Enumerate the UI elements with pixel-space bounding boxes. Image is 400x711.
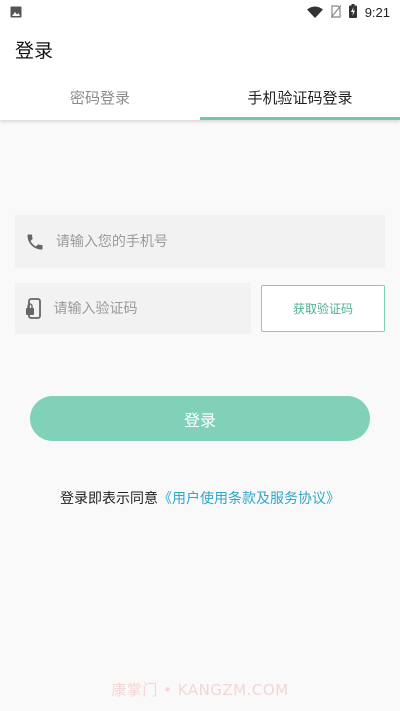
login-tabs: 密码登录 手机验证码登录 [0,74,400,120]
watermark: 康掌门 • KANGZM.COM [111,681,289,699]
agreement-text: 登录即表示同意《用户使用条款及服务协议》 [0,488,400,508]
page-title: 登录 [15,39,54,62]
image-icon [10,3,22,22]
agreement-prefix: 登录即表示同意 [60,491,158,507]
code-input[interactable] [53,300,251,317]
terms-link[interactable]: 《用户使用条款及服务协议》 [158,491,340,507]
login-button[interactable]: 登录 [30,396,370,441]
status-time: 9:21 [364,4,390,20]
mobile-lock-icon [15,297,54,320]
code-field[interactable] [15,283,251,334]
battery-charging-icon [348,3,357,22]
login-page: 9:21 登录 密码登录 手机验证码登录 获取验证码 登录 [0,0,400,711]
phone-field[interactable] [15,215,385,268]
get-code-button[interactable]: 获取验证码 [261,285,385,332]
tab-password-login[interactable]: 密码登录 [0,74,200,120]
phone-input[interactable] [55,233,385,250]
no-sim-icon [330,3,342,22]
tab-sms-login[interactable]: 手机验证码登录 [200,74,400,120]
wifi-icon [306,3,323,22]
phone-icon [15,232,56,252]
app-bar: 登录 [0,24,400,74]
status-bar: 9:21 [0,0,400,24]
